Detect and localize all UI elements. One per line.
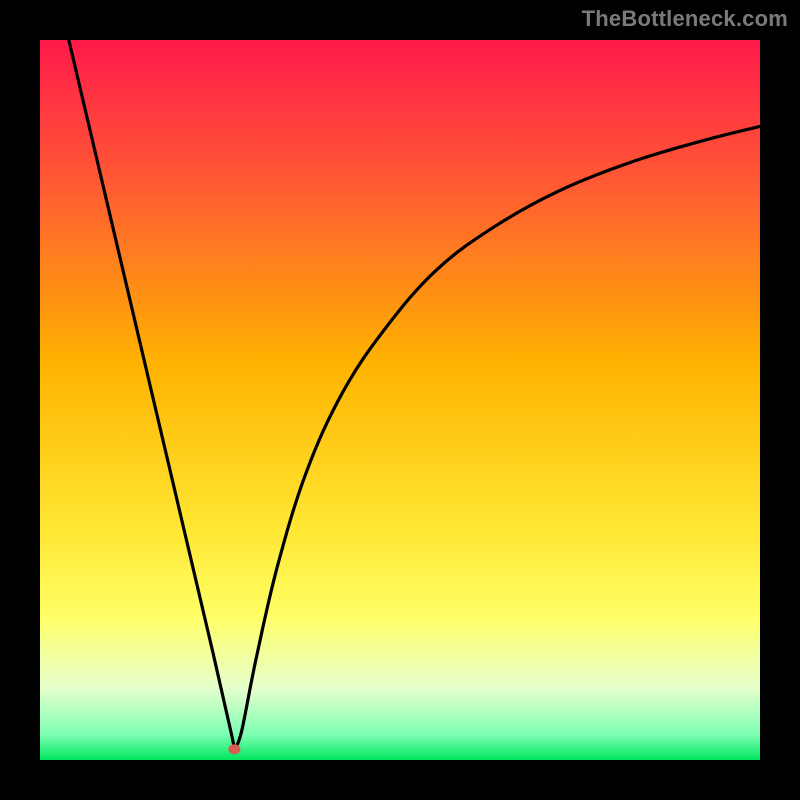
chart-background — [40, 40, 760, 760]
watermark-text: TheBottleneck.com — [582, 6, 788, 32]
chart-plot — [40, 40, 760, 760]
minimum-marker — [228, 744, 240, 754]
chart-frame: TheBottleneck.com — [0, 0, 800, 800]
